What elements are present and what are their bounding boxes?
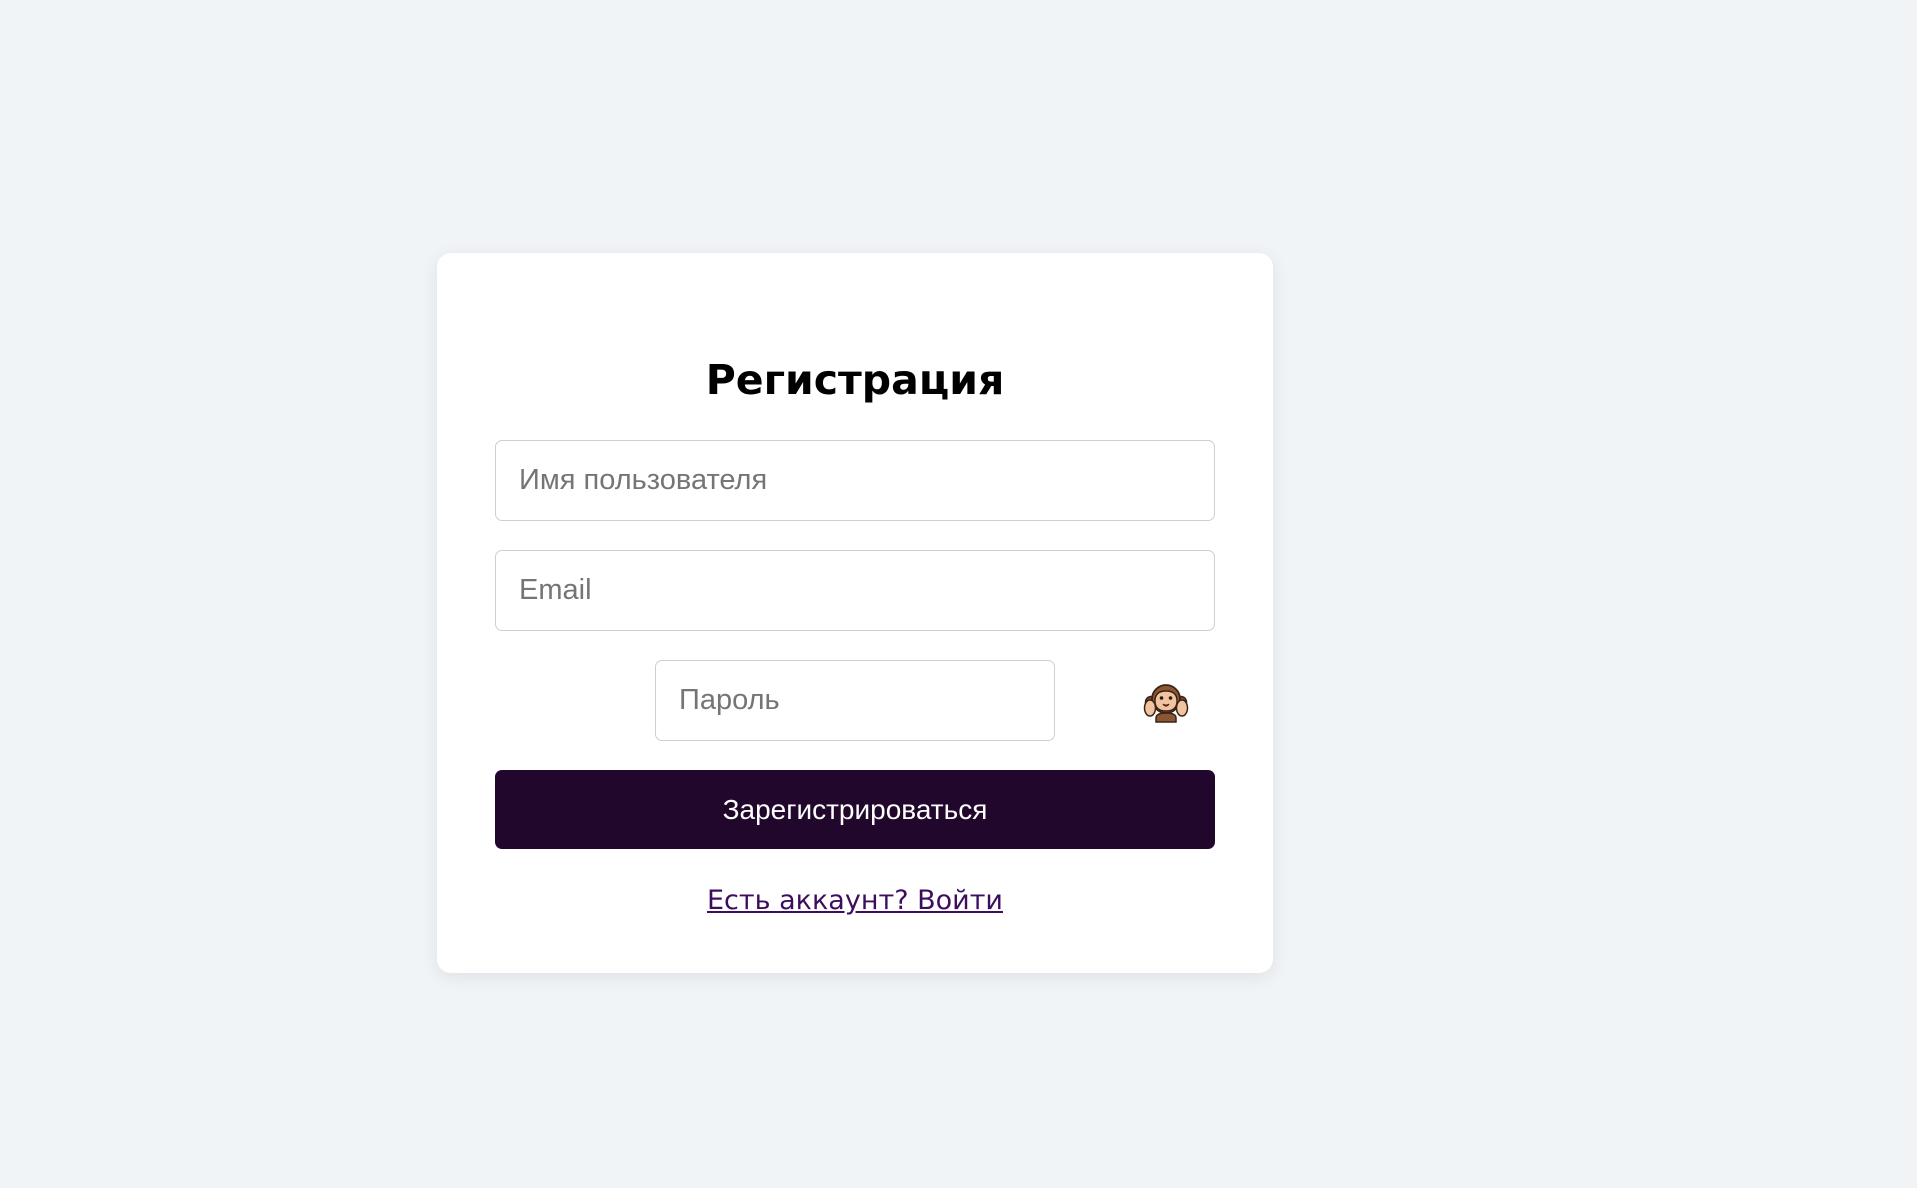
- registration-card: Регистрация Зарегистрироваться Есть акка…: [437, 253, 1273, 973]
- username-input[interactable]: [495, 440, 1215, 521]
- password-visibility-toggle[interactable]: [1143, 678, 1189, 724]
- password-input[interactable]: [655, 660, 1055, 741]
- register-button[interactable]: Зарегистрироваться: [495, 770, 1215, 849]
- login-link[interactable]: Есть аккаунт? Войти: [707, 885, 1003, 916]
- login-link-container: Есть аккаунт? Войти: [437, 881, 1273, 921]
- hear-no-evil-monkey-icon: [1143, 684, 1189, 723]
- page-title: Регистрация: [705, 356, 1005, 404]
- email-input[interactable]: [495, 550, 1215, 631]
